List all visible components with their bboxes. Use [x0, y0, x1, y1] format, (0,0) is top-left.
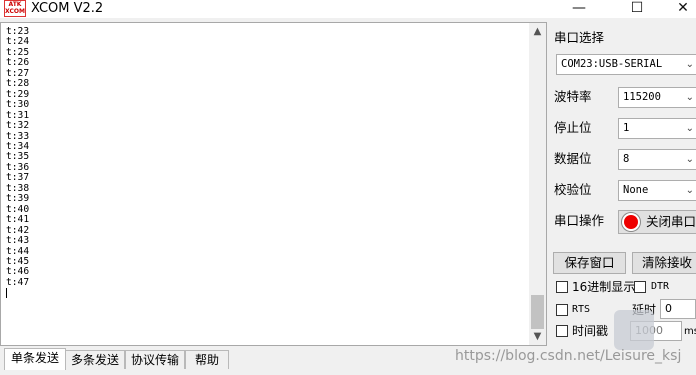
- delay-input[interactable]: 0: [660, 299, 696, 319]
- chevron-down-icon: ⌄: [685, 59, 694, 70]
- parity-value: None: [623, 184, 649, 196]
- receive-area[interactable]: t:23 t:24 t:25 t:26 t:27 t:28 t:29 t:30 t:31 t:32…: [0, 22, 547, 346]
- watermark-text: https://blog.csdn.net/Leisure_ksj: [455, 348, 682, 364]
- tab-help[interactable]: 帮助: [185, 350, 229, 369]
- dtr-checkbox[interactable]: [634, 281, 646, 293]
- save-window-button[interactable]: 保存窗口: [553, 252, 626, 274]
- rts-label: RTS: [572, 304, 591, 315]
- ms-unit-label: ms: [684, 326, 696, 337]
- scroll-down-icon[interactable]: ▼: [529, 328, 546, 345]
- scroll-thumb[interactable]: [531, 295, 544, 329]
- app-icon: ATK XCOM: [4, 0, 26, 17]
- tab-single-send[interactable]: 单条发送: [4, 348, 66, 370]
- watermark-logo: [614, 310, 654, 350]
- status-led-icon: [624, 215, 638, 229]
- minimize-button[interactable]: —: [556, 0, 602, 18]
- port-select[interactable]: COM23:USB-SERIAL ⌄: [556, 54, 696, 75]
- tab-protocol[interactable]: 协议传输: [125, 350, 185, 369]
- baud-label: 波特率: [554, 89, 592, 104]
- maximize-button[interactable]: ☐: [614, 0, 660, 18]
- receive-log: t:23 t:24 t:25 t:26 t:27 t:28 t:29 t:30 t:31 t:32…: [6, 26, 30, 299]
- scroll-up-icon[interactable]: ▲: [529, 23, 546, 40]
- receive-line: t:43: [6, 235, 30, 247]
- chevron-down-icon: ⌄: [685, 185, 694, 196]
- data-bits-label: 数据位: [554, 151, 592, 166]
- stop-bits-value: 1: [623, 122, 630, 134]
- stop-bits-label: 停止位: [554, 120, 592, 135]
- stop-bits-select[interactable]: 1 ⌄: [618, 118, 696, 139]
- dtr-label: DTR: [651, 281, 670, 292]
- port-op-label: 串口操作: [554, 213, 605, 228]
- hex-display-checkbox[interactable]: [556, 281, 568, 293]
- parity-select[interactable]: None ⌄: [618, 180, 696, 201]
- hex-display-label: 16进制显示: [572, 280, 636, 294]
- data-bits-select[interactable]: 8 ⌄: [618, 149, 696, 170]
- rts-checkbox[interactable]: [556, 304, 568, 316]
- baud-select[interactable]: 115200 ⌄: [618, 87, 696, 108]
- receive-line: t:47: [6, 276, 30, 288]
- timestamp-checkbox[interactable]: [556, 325, 568, 337]
- data-bits-value: 8: [623, 153, 630, 165]
- timestamp-label: 时间戳: [572, 324, 609, 338]
- chevron-down-icon: ⌄: [685, 92, 694, 103]
- close-button[interactable]: ✕: [670, 0, 696, 18]
- window-title: XCOM V2.2: [31, 1, 104, 16]
- text-caret: [6, 288, 7, 299]
- clear-receive-button[interactable]: 清除接收: [632, 252, 696, 274]
- title-bar: ATK XCOM XCOM V2.2 — ☐ ✕: [0, 0, 696, 18]
- chevron-down-icon: ⌄: [685, 123, 694, 134]
- baud-value: 115200: [623, 91, 661, 103]
- close-port-button[interactable]: 关闭串口: [618, 210, 696, 234]
- receive-scrollbar[interactable]: ▲ ▼: [529, 23, 546, 345]
- chevron-down-icon: ⌄: [685, 154, 694, 165]
- port-select-value: COM23:USB-SERIAL: [561, 58, 663, 70]
- receive-line: t:32: [6, 120, 30, 132]
- tab-multi-send[interactable]: 多条发送: [65, 350, 125, 369]
- close-port-label: 关闭串口: [646, 214, 696, 229]
- parity-label: 校验位: [554, 182, 592, 197]
- port-select-label: 串口选择: [554, 30, 605, 45]
